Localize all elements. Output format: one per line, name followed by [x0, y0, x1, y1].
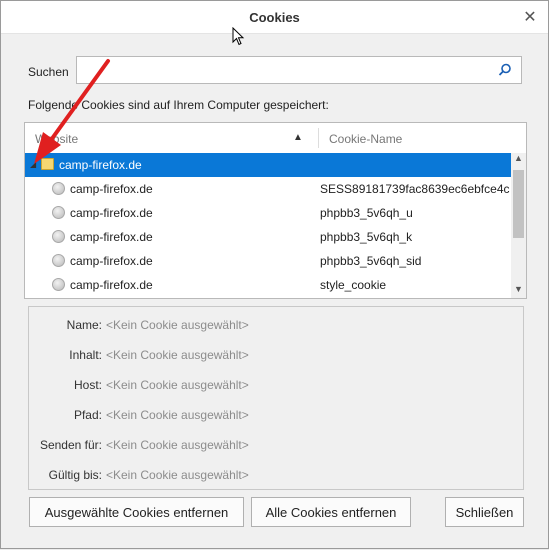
cookies-dialog: Cookies ✕ Suchen Folgende Cookies sind a…	[0, 0, 549, 549]
annotation-arrow-icon	[34, 59, 110, 164]
